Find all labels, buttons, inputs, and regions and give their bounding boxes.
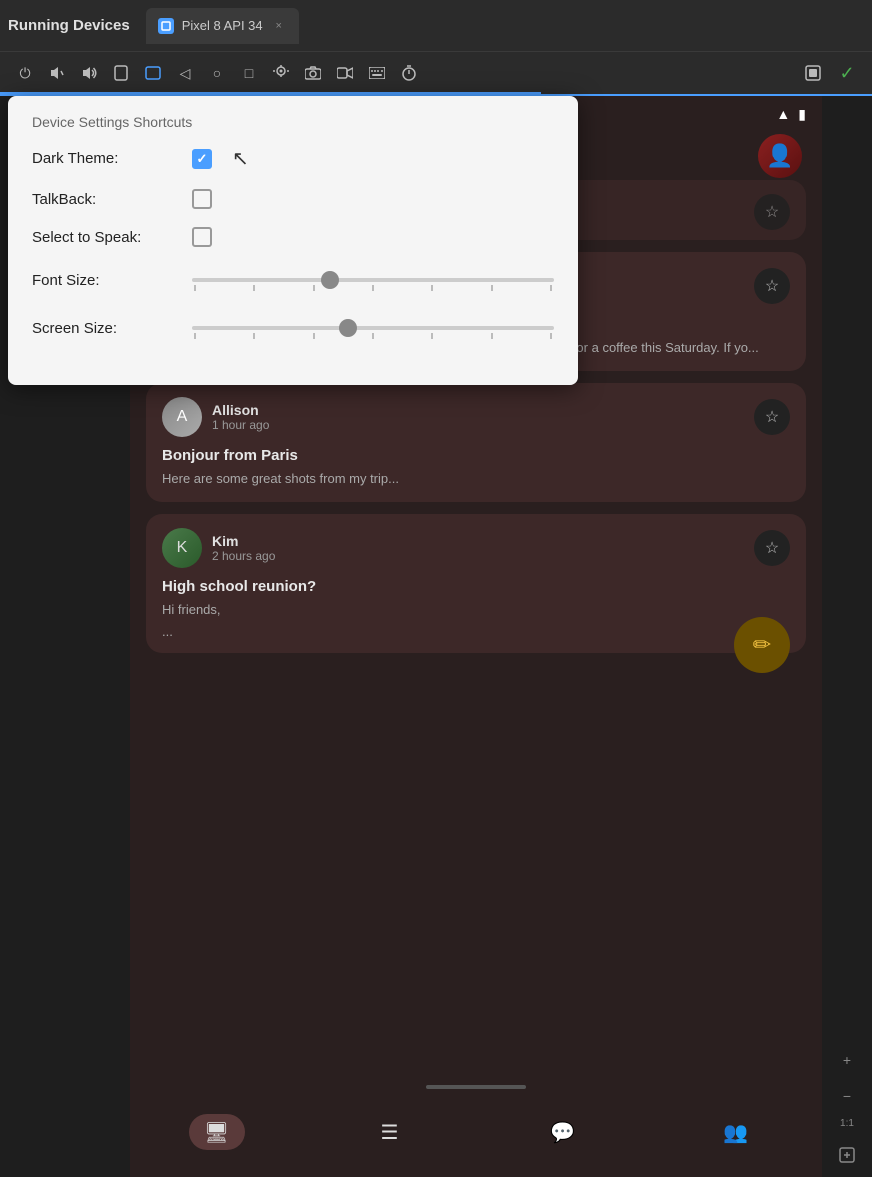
talkback-label: TalkBack: <box>32 191 192 208</box>
sender-time-allison: 1 hour ago <box>212 418 744 432</box>
star-button-top[interactable]: ☆ <box>754 194 790 230</box>
dark-theme-row: Dark Theme: ✓ ↖ <box>32 146 554 171</box>
battery-icon: ▮ <box>798 106 806 123</box>
nav-icon-chat: 💬 <box>550 1120 575 1145</box>
nav-icon-people: 👥 <box>723 1120 748 1145</box>
rotate-landscape-icon[interactable] <box>140 60 166 86</box>
bottom-nav: 🖥 ☰ 💬 👥 <box>130 1097 822 1177</box>
device-tab-icon <box>158 18 174 34</box>
avatar-allison-image: A <box>162 397 202 437</box>
device-tab[interactable]: Pixel 8 API 34 × <box>146 8 299 44</box>
power-icon[interactable]: ⏻ <box>12 60 38 86</box>
email-subject-kim: High school reunion? <box>162 578 790 595</box>
font-size-label: Font Size: <box>32 272 192 289</box>
email-card-allison: A Allison 1 hour ago ☆ Bonjour from Pari… <box>146 383 806 502</box>
dark-theme-label: Dark Theme: <box>32 150 192 167</box>
dark-theme-checkbox[interactable]: ✓ <box>192 149 212 169</box>
screen-size-label: Screen Size: <box>32 320 192 337</box>
screen-size-row: Screen Size: <box>32 313 554 343</box>
user-avatar[interactable]: 👤 <box>758 134 802 178</box>
sender-name-allison: Allison <box>212 402 744 418</box>
checkmark-icon: ✓ <box>197 151 208 167</box>
add-button[interactable]: + <box>833 1046 861 1074</box>
star-button-ali[interactable]: ☆ <box>754 268 790 304</box>
font-size-slider-track <box>192 278 554 282</box>
check-icon[interactable]: ✓ <box>834 60 860 86</box>
device-settings-panel: Device Settings Shortcuts Dark Theme: ✓ … <box>8 96 578 385</box>
back-icon[interactable]: ◁ <box>172 60 198 86</box>
close-tab-button[interactable]: × <box>271 18 287 34</box>
minus-button[interactable]: − <box>833 1082 861 1110</box>
email-header-allison: A Allison 1 hour ago ☆ <box>162 397 790 437</box>
home-icon[interactable]: ○ <box>204 60 230 86</box>
email-header-kim: K Kim 2 hours ago ☆ <box>162 528 790 568</box>
app-title: Running Devices <box>8 17 130 34</box>
compose-icon: ✏ <box>753 632 771 658</box>
screen-size-slider-container <box>192 313 554 343</box>
font-size-slider-container <box>192 265 554 295</box>
compose-fab[interactable]: ✏ <box>734 617 790 673</box>
nav-item-inbox[interactable]: 🖥 <box>189 1114 245 1150</box>
screen-size-slider-track <box>192 326 554 330</box>
star-button-kim[interactable]: ☆ <box>754 530 790 566</box>
font-size-row: Font Size: <box>32 265 554 295</box>
sender-name-kim: Kim <box>212 533 744 549</box>
sender-info-kim: Kim 2 hours ago <box>212 533 744 563</box>
rotate-portrait-icon[interactable] <box>108 60 134 86</box>
panel-title: Device Settings Shortcuts <box>32 114 554 130</box>
camera-icon[interactable] <box>300 60 326 86</box>
zoom-label: 1:1 <box>840 1118 854 1129</box>
sender-avatar-allison: A <box>162 397 202 437</box>
progress-bar <box>0 92 541 94</box>
star-button-allison[interactable]: ☆ <box>754 399 790 435</box>
email-preview-kim: Hi friends, <box>162 601 790 619</box>
user-avatar-image: 👤 <box>758 134 802 178</box>
email-subject-allison: Bonjour from Paris <box>162 447 790 464</box>
select-to-speak-label: Select to Speak: <box>32 229 192 246</box>
wifi-icon: ▲ <box>776 106 790 122</box>
avatar-kim-image: K <box>162 528 202 568</box>
nav-item-chat[interactable]: 💬 <box>535 1114 591 1150</box>
volume-down-icon[interactable] <box>44 60 70 86</box>
talkback-checkbox[interactable] <box>192 189 212 209</box>
select-to-speak-row: Select to Speak: <box>32 227 554 247</box>
toolbar-right: ✓ <box>800 60 860 86</box>
select-to-speak-checkbox[interactable] <box>192 227 212 247</box>
nav-item-list[interactable]: ☰ <box>362 1114 418 1150</box>
nav-item-people[interactable]: 👥 <box>708 1114 764 1150</box>
email-ellipsis-kim: ... <box>162 624 790 639</box>
nav-icon-inbox: 🖥 <box>204 1120 229 1145</box>
screen-expand-icon[interactable] <box>833 1141 861 1169</box>
video-icon[interactable] <box>332 60 358 86</box>
volume-up-icon[interactable] <box>76 60 102 86</box>
overview-icon[interactable]: □ <box>236 60 262 86</box>
sender-info-allison: Allison 1 hour ago <box>212 402 744 432</box>
right-panel: + − 1:1 <box>822 96 872 1177</box>
sender-time-kim: 2 hours ago <box>212 549 744 563</box>
cursor-icon: ↖ <box>232 146 249 171</box>
scroll-indicator <box>426 1085 526 1089</box>
screen-record-icon[interactable] <box>800 60 826 86</box>
email-card-kim: K Kim 2 hours ago ☆ High school reunion?… <box>146 514 806 652</box>
top-bar: Running Devices Pixel 8 API 34 × <box>0 0 872 52</box>
toolbar: ⏻ ◁ ○ □ ✓ <box>0 52 872 96</box>
keyboard-icon[interactable] <box>364 60 390 86</box>
nav-icon-list: ☰ <box>381 1120 399 1145</box>
timer-icon[interactable] <box>396 60 422 86</box>
device-tab-label: Pixel 8 API 34 <box>182 18 263 33</box>
sender-avatar-kim: K <box>162 528 202 568</box>
talkback-row: TalkBack: <box>32 189 554 209</box>
email-preview-allison: Here are some great shots from my trip..… <box>162 470 790 488</box>
location-icon[interactable] <box>268 60 294 86</box>
